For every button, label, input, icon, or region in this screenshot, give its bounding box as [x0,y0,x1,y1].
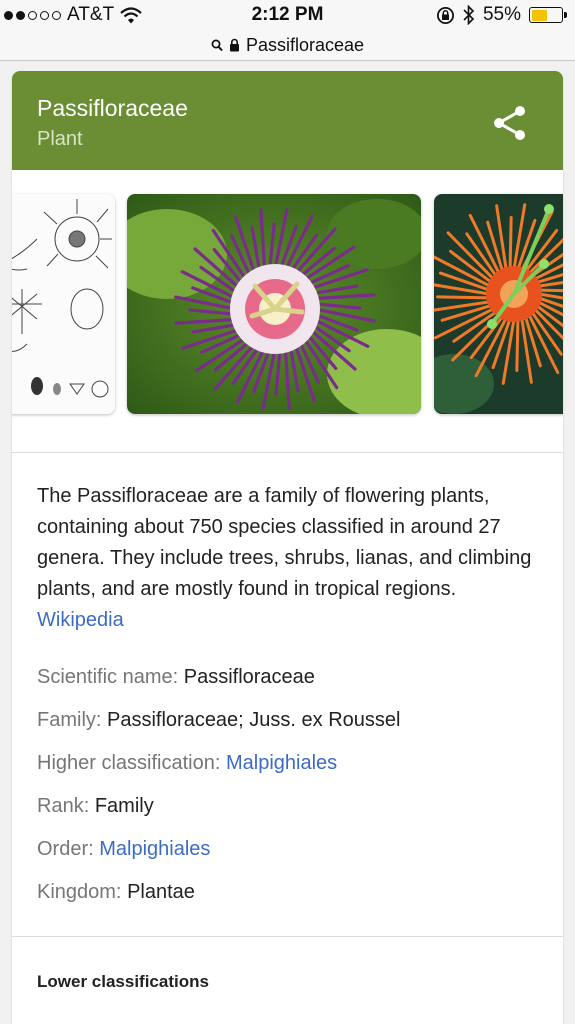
fact-family: Family: Passifloraceae; Juss. ex Roussel [37,699,538,742]
fact-kingdom: Kingdom: Plantae [37,871,538,914]
fact-label: Rank: [37,795,95,817]
fact-rank: Rank: Family [37,785,538,828]
fact-label: Kingdom: [37,881,128,903]
lock-icon [229,38,239,52]
image-carousel[interactable] [12,170,563,453]
purple-passionflower-image[interactable] [127,194,421,414]
battery-percent: 55% [482,4,521,25]
fact-higher-classification: Higher classification: Malpighiales [37,742,538,785]
fact-value: Plantae [127,881,195,903]
order-link[interactable]: Malpighiales [99,838,210,860]
fact-value: Family [94,795,154,817]
lower-classifications-heading: Lower classifications [37,972,209,991]
fact-value: Passifloraceae [183,666,315,688]
entity-description: The Passifloraceae are a family of flowe… [12,453,563,636]
fact-scientific-name: Scientific name: Passifloraceae [37,656,538,699]
search-icon [211,39,223,51]
card-title: Passifloraceae [37,95,188,121]
orange-passionflower-image[interactable] [434,194,563,414]
description-text: The Passifloraceae are a family of flowe… [37,485,532,600]
address-bar[interactable]: Passifloraceae [0,30,575,61]
fact-order: Order: Malpighiales [37,828,538,871]
share-icon[interactable] [493,105,527,141]
battery-icon [529,7,567,23]
card-header: Passifloraceae Plant [12,71,563,170]
status-bar: AT&T 2:12 PM 55% [0,0,575,30]
fact-label: Order: [37,838,100,860]
battery-level [531,9,548,21]
rotation-lock-icon [436,6,454,24]
botanical-illustration-image[interactable] [12,194,115,414]
fact-label: Scientific name: [37,666,184,688]
fact-value: Passifloraceae; Juss. ex Roussel [107,709,401,731]
wikipedia-link[interactable]: Wikipedia [37,609,124,631]
fact-label: Family: [37,709,107,731]
bluetooth-icon [463,5,475,25]
higher-classification-link[interactable]: Malpighiales [226,752,337,774]
status-right: 55% [436,4,567,26]
knowledge-panel-card: Passifloraceae Plant The Passifloraceae … [12,71,563,1024]
fact-label: Higher classification: [37,752,226,774]
card-subtitle: Plant [37,128,83,150]
url-query: Passifloraceae [245,34,365,55]
facts-list: Scientific name: Passifloraceae Family: … [12,636,563,914]
